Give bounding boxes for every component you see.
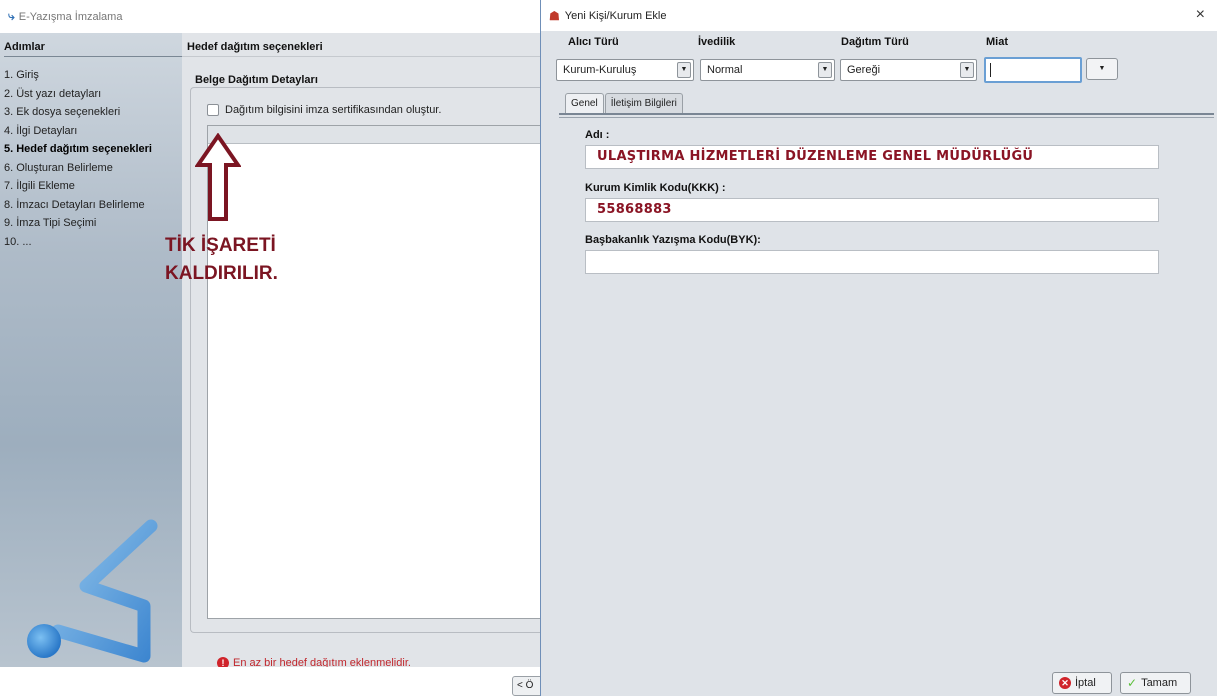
annotation-line-1: TİK İŞARETİ: [165, 235, 276, 256]
dagitim-turu-value: Gereği: [847, 64, 881, 76]
alici-turu-value: Kurum-Kuruluş: [563, 64, 637, 76]
up-arrow-annotation-icon: [195, 133, 241, 221]
miat-label: Miat: [986, 36, 1008, 48]
step-item: 2. Üst yazı detayları: [4, 87, 102, 100]
chevron-down-icon[interactable]: ▼: [677, 62, 691, 78]
steps-panel: Adımlar 1. Giriş 2. Üst yazı detayları 3. …: [0, 33, 182, 667]
section-title: Hedef dağıtım seçenekleri: [187, 41, 323, 53]
step-item: 1. Giriş: [4, 69, 39, 81]
dagitim-turu-select[interactable]: Gereği ▼: [840, 59, 977, 81]
kkk-field[interactable]: 55868883: [585, 198, 1159, 222]
annotation-line-2: KALDIRILIR.: [165, 263, 278, 284]
miat-date-picker-button[interactable]: ▼: [1086, 58, 1118, 80]
ivedilik-value: Normal: [707, 64, 743, 76]
tab-divider: [559, 113, 1214, 115]
kkk-label: Kurum Kimlik Kodu(KKK) :: [585, 182, 726, 194]
dialog-title: Yeni Kişi/Kurum Ekle: [564, 9, 667, 22]
people-add-icon: ☗: [549, 8, 560, 23]
close-icon[interactable]: ×: [1196, 6, 1205, 24]
section-divider: [182, 56, 545, 57]
dialog-tabs: Genel İletişim Bilgileri: [565, 93, 684, 113]
byk-label: Başbakanlık Yazışma Kodu(BYK):: [585, 234, 761, 246]
alici-turu-select[interactable]: Kurum-Kuruluş ▼: [556, 59, 694, 81]
cert-checkbox-row[interactable]: Dağıtım bilgisini imza sertifikasından o…: [207, 104, 441, 116]
step-item: 7. İlgili Ekleme: [4, 180, 75, 192]
dialog-titlebar: ☗ Yeni Kişi/Kurum Ekle: [541, 0, 1217, 31]
tab-iletisim-bilgileri[interactable]: İletişim Bilgileri: [604, 93, 683, 113]
distribution-list[interactable]: [207, 125, 547, 619]
tab-genel[interactable]: Genel: [565, 93, 604, 113]
steps-divider: [4, 56, 182, 57]
main-window-titlebar: ⤷ E-Yazışma İmzalama: [0, 0, 545, 33]
cert-checkbox[interactable]: [207, 104, 219, 116]
distribution-details-frame: Belge Dağıtım Detayları Dağıtım bilgisin…: [190, 74, 547, 669]
ivedilik-label: İvedilik: [698, 36, 736, 48]
ok-button-label: Tamam: [1141, 677, 1178, 689]
cancel-button[interactable]: ✕ İptal: [1052, 672, 1112, 694]
step-item: 10. ...: [4, 235, 32, 248]
annotation-text: TİK İŞARETİ KALDIRILIR.: [165, 232, 278, 288]
checkmark-icon: ✓: [1127, 676, 1138, 690]
alici-turu-label: Alıcı Türü: [568, 36, 619, 48]
frame-title: Belge Dağıtım Detayları: [195, 74, 318, 86]
ok-button[interactable]: ✓ Tamam: [1120, 672, 1191, 694]
content-area: Hedef dağıtım seçenekleri Belge Dağıtım …: [182, 33, 547, 669]
cancel-icon: ✕: [1059, 677, 1071, 689]
chevron-down-icon[interactable]: ▼: [960, 62, 974, 78]
step-item: 5. Hedef dağıtım seçenekleri: [4, 143, 152, 155]
adi-label: Adı :: [585, 129, 610, 141]
dagitim-turu-label: Dağıtım Türü: [841, 36, 909, 48]
main-window-bottom: [0, 667, 545, 696]
step-item: 6. Oluşturan Belirleme: [4, 161, 113, 174]
step-item: 9. İmza Tipi Seçimi: [4, 217, 97, 229]
text-caret: [990, 63, 991, 77]
byk-field[interactable]: [585, 250, 1159, 274]
ekys-logo-icon: [27, 519, 158, 663]
step-item: 3. Ek dosya seçenekleri: [4, 106, 121, 118]
signature-icon: ⤷: [8, 9, 15, 23]
steps-title: Adımlar: [4, 41, 45, 53]
step-item: 4. İlgi Detayları: [4, 124, 78, 137]
tab-divider-inner: [559, 117, 1214, 118]
adi-field[interactable]: ULAŞTIRMA HİZMETLERİ DÜZENLEME GENEL MÜD…: [585, 145, 1159, 169]
miat-input[interactable]: [984, 57, 1082, 83]
cert-checkbox-label: Dağıtım bilgisini imza sertifikasından o…: [225, 104, 442, 116]
chevron-down-icon[interactable]: ▼: [818, 62, 832, 78]
cancel-button-label: İptal: [1075, 677, 1096, 689]
main-window-title: E-Yazışma İmzalama: [18, 10, 123, 23]
distribution-list-header: [208, 126, 547, 144]
previous-button[interactable]: < Ö: [512, 676, 542, 696]
steps-list: 1. Giriş 2. Üst yazı detayları 3. Ek dosya…: [4, 66, 152, 251]
add-person-institution-dialog: ☗ Yeni Kişi/Kurum Ekle × Alıcı Türü İved…: [540, 0, 1217, 696]
step-item: 8. İmzacı Detayları Belirleme: [4, 198, 145, 211]
ivedilik-select[interactable]: Normal ▼: [700, 59, 835, 81]
